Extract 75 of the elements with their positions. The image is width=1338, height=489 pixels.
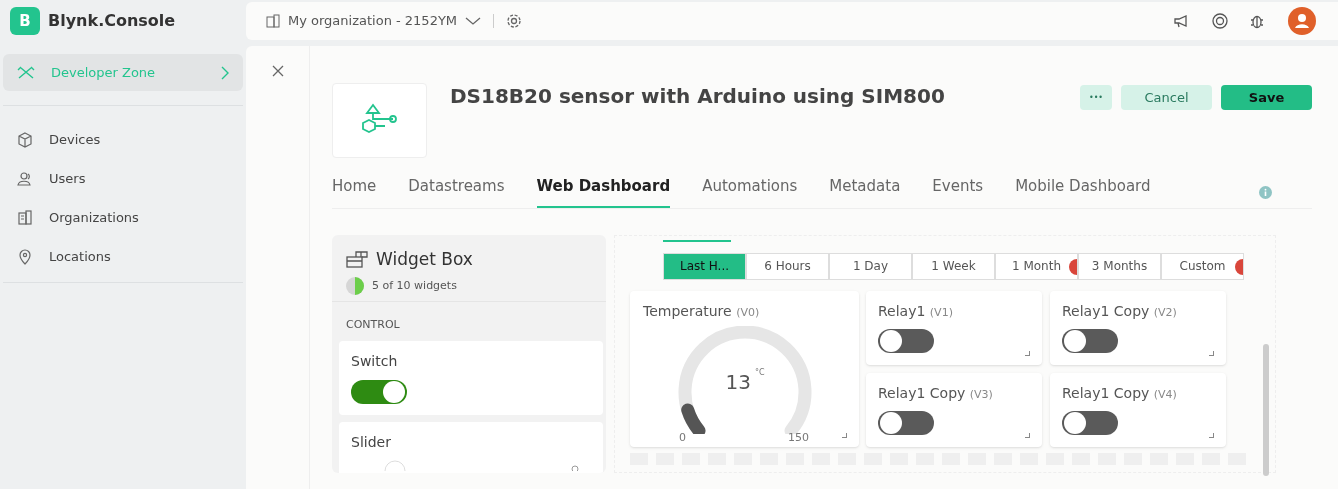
switch-widget[interactable]: Relay1 Copy (V3) (866, 372, 1042, 447)
widget-name: Switch (351, 351, 399, 371)
time-range-tab[interactable]: 6 Hours (746, 252, 829, 280)
widget-title: Relay1 Copy (878, 384, 966, 401)
resize-handle[interactable] (1025, 432, 1030, 438)
widget-box-title: Widget Box (376, 247, 473, 271)
switch-widget[interactable]: Relay1 Copy (V4) (1050, 372, 1226, 447)
resize-handle[interactable] (1209, 432, 1214, 438)
pin-label: (V2) (1153, 305, 1177, 319)
switch-widget[interactable]: Relay1 Copy (V2) (1050, 290, 1226, 365)
resize-handle[interactable] (842, 432, 847, 438)
save-button[interactable]: Save (1221, 85, 1312, 110)
settings-icon[interactable] (506, 13, 523, 29)
more-button[interactable]: ••• (1080, 85, 1112, 110)
megaphone-icon[interactable] (1174, 14, 1190, 28)
pin-label: (V3) (969, 387, 993, 401)
gauge-unit: °C (754, 366, 765, 379)
time-range-tab[interactable]: Last H... (663, 252, 746, 280)
tab[interactable]: Web Dashboard (536, 175, 671, 208)
tab[interactable]: Events (932, 175, 984, 208)
tab[interactable]: Metadata (829, 175, 901, 208)
template-title: DS18B20 sensor with Arduino using SIM800 (450, 86, 945, 106)
chevron-down-icon (465, 16, 482, 26)
organization-selector[interactable]: My organization - 2152YM (266, 11, 482, 31)
widget-box-icon (346, 250, 368, 269)
toggle-switch[interactable] (351, 379, 407, 404)
pin-label: (V4) (1153, 387, 1177, 401)
resize-handle[interactable] (1025, 350, 1030, 356)
building-icon (17, 209, 33, 226)
close-icon[interactable] (271, 65, 284, 77)
cancel-button[interactable]: Cancel (1121, 85, 1212, 110)
sidebar-item[interactable]: Devices (0, 120, 246, 159)
widget-title: Temperature (643, 302, 732, 319)
toggle-switch[interactable] (878, 328, 934, 353)
widget-title: Relay1 Copy (1062, 302, 1150, 319)
sidebar-item[interactable]: Users (0, 159, 246, 198)
tab[interactable]: Mobile Dashboard (1015, 175, 1151, 208)
help-icon[interactable] (1212, 13, 1228, 29)
time-range-tab[interactable]: 1 Day (829, 252, 912, 280)
avatar-icon[interactable] (1286, 7, 1318, 35)
cube-icon (17, 131, 33, 148)
toggle-switch[interactable] (1062, 410, 1118, 435)
sidebar-item[interactable]: Locations (0, 237, 246, 276)
widget-card[interactable]: Switch (339, 340, 603, 415)
chevron-right-icon (221, 65, 229, 80)
widget-name: Slider (351, 432, 392, 452)
tab[interactable]: Home (332, 175, 377, 208)
time-range-tab[interactable]: 1 Month (995, 252, 1078, 280)
tab[interactable]: Automations (702, 175, 798, 208)
section-label: CONTROL (345, 317, 401, 333)
tab[interactable]: Datastreams (408, 175, 505, 208)
location-pin-icon (17, 248, 33, 265)
widget-count: 5 of 10 widgets (372, 277, 457, 294)
sidebar-item[interactable]: Organizations (0, 198, 246, 237)
widget-title: Relay1 (878, 302, 926, 319)
gauge-min: 0 (679, 429, 686, 446)
time-range-tab[interactable]: 1 Week (912, 252, 995, 280)
toggle-switch[interactable] (878, 410, 934, 435)
gauge-value: 13 (725, 368, 751, 396)
toggle-switch[interactable] (1062, 328, 1118, 353)
widget-title: Relay1 Copy (1062, 384, 1150, 401)
gauge-max: 150 (788, 429, 809, 446)
building-icon (266, 14, 280, 28)
tools-icon (17, 65, 35, 80)
users-icon (17, 170, 33, 187)
bug-icon[interactable] (1250, 13, 1264, 29)
pin-label: (V0) (736, 305, 760, 319)
resize-handle[interactable] (1209, 350, 1214, 356)
switch-widget[interactable]: Relay1 (V1) (866, 290, 1042, 365)
widget-card[interactable]: Slider (339, 421, 603, 473)
pin-label: (V1) (929, 305, 953, 319)
time-range-tab[interactable]: Custom (1161, 252, 1244, 280)
brand-name: Blynk.Console (48, 10, 176, 32)
time-range-tab[interactable]: 3 Months (1078, 252, 1161, 280)
brand-logo: B (10, 7, 40, 35)
